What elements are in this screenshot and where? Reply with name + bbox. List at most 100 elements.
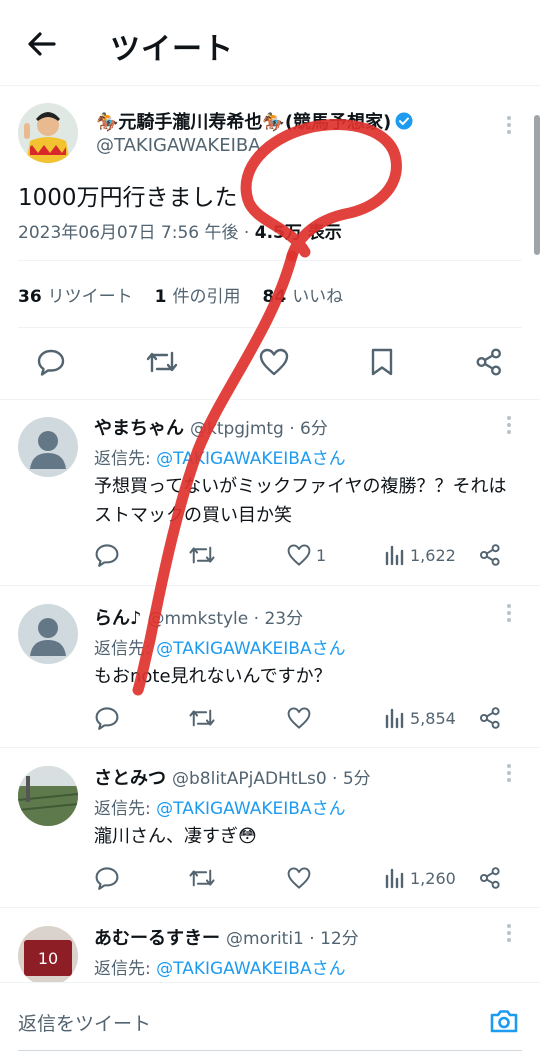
reply-to-link[interactable]: @TAKIGAWAKEIBAさん — [156, 639, 345, 659]
user-avatar[interactable] — [18, 766, 78, 826]
reply-to-label: 返信先: — [94, 449, 151, 469]
retweets-stat[interactable]: 36 リツイート — [18, 282, 133, 307]
retweets-count: 36 — [18, 286, 42, 307]
retweet-icon[interactable] — [188, 865, 216, 891]
share-icon[interactable] — [478, 543, 502, 567]
reply-to-line: 返信先: @TAKIGAWAKEIBAさん — [94, 794, 346, 819]
author-avatar[interactable] — [18, 103, 78, 163]
reply-author-handle: @mmkstyle · 23分 — [147, 609, 304, 629]
quotes-count: 1 — [154, 286, 167, 307]
like-icon[interactable] — [286, 706, 312, 730]
reply-to-line: 返信先: @TAKIGAWAKEIBAさん — [94, 954, 346, 979]
reply-to-link[interactable]: @TAKIGAWAKEIBAさん — [156, 959, 345, 979]
retweet-icon[interactable] — [145, 347, 179, 377]
reply-to-link[interactable]: @TAKIGAWAKEIBAさん — [156, 449, 345, 469]
like-button[interactable]: 1 — [286, 543, 326, 567]
main-tweet: 🏇元騎手瀧川寿希也🏇(競馬予想家) @TAKIGAWAKEIBA 1000万円行… — [0, 86, 540, 400]
reply-text: もおnote見れないんですか？ — [94, 666, 332, 687]
default-avatar-icon[interactable] — [18, 417, 78, 477]
views-button[interactable]: 5,854 — [384, 707, 456, 729]
reply-to-label: 返信先: — [94, 639, 151, 659]
reply-author-name: あむーるすきー — [94, 928, 220, 949]
views-icon — [385, 708, 404, 729]
author-name[interactable]: 🏇元騎手瀧川寿希也🏇(競馬予想家) — [96, 108, 391, 134]
likes-stat[interactable]: 84 いいね — [263, 282, 344, 307]
retweet-icon[interactable] — [188, 705, 216, 731]
tweet-actions — [18, 334, 522, 390]
likes-label: いいね — [292, 286, 344, 307]
likes-count: 84 — [262, 286, 287, 307]
more-options-icon[interactable] — [502, 602, 516, 624]
quotes-label: 件の引用 — [172, 286, 241, 307]
reply-author-handle: @moriti1 · 12分 — [226, 929, 359, 949]
reply-author-name: さとみつ — [94, 768, 166, 789]
reply-input[interactable]: 返信をツイート — [18, 1009, 151, 1036]
reply-to-line: 返信先: @TAKIGAWAKEIBAさん — [94, 444, 346, 469]
tweet-stats: 36 リツイート 1 件の引用 84 いいね — [18, 260, 522, 328]
retweets-label: リツイート — [47, 286, 133, 307]
views-button[interactable]: 1,622 — [384, 544, 456, 566]
reply-author[interactable]: さとみつ @b8litAPjADHtLs0 · 5分 — [94, 764, 371, 790]
more-options-icon[interactable] — [502, 762, 516, 784]
more-options-icon[interactable] — [502, 922, 516, 944]
more-options-icon[interactable] — [502, 114, 516, 136]
quotes-stat[interactable]: 1 件の引用 — [155, 282, 241, 307]
views-count: 1,622 — [410, 545, 456, 565]
like-icon[interactable] — [286, 866, 312, 890]
views-icon — [385, 868, 404, 889]
like-icon[interactable] — [258, 347, 290, 377]
author-name-row: 🏇元騎手瀧川寿希也🏇(競馬予想家) — [96, 108, 413, 134]
bookmark-icon[interactable] — [369, 347, 395, 377]
reply-actions: 1 1,622 — [94, 540, 514, 570]
reply-to-label: 返信先: — [94, 799, 151, 819]
page-title: ツイート — [110, 32, 234, 67]
header: ツイート — [0, 0, 540, 86]
reply-compose-bar: 返信をツイート — [0, 982, 540, 1057]
reply-icon[interactable] — [36, 347, 66, 377]
back-arrow-icon[interactable] — [24, 26, 60, 62]
verified-badge-icon — [395, 112, 413, 130]
share-icon[interactable] — [474, 347, 504, 377]
reply-actions: 1,260 — [94, 863, 514, 893]
reply-author-handle: @ktpgjmtg · 6分 — [190, 419, 328, 439]
reply-text: 予想買ってないがミックファイヤの複勝？？それはストマックの買い目か笑 — [94, 476, 507, 526]
reply-to-label: 返信先: — [94, 959, 151, 979]
reply-to-link[interactable]: @TAKIGAWAKEIBAさん — [156, 799, 345, 819]
share-icon[interactable] — [478, 706, 502, 730]
reply-author[interactable]: あむーるすきー @moriti1 · 12分 — [94, 924, 359, 950]
reply-icon[interactable] — [94, 705, 120, 731]
author-handle[interactable]: @TAKIGAWAKEIBA — [96, 135, 261, 156]
reply-icon[interactable] — [94, 865, 120, 891]
tweet-text: 1000万円行きました — [18, 185, 238, 211]
reply-author[interactable]: らん♪ @mmkstyle · 23分 — [94, 604, 303, 630]
reply-item[interactable]: さとみつ @b8litAPjADHtLs0 · 5分 返信先: @TAKIGAWA… — [0, 748, 540, 908]
meta-separator: · — [243, 223, 255, 243]
like-icon — [287, 544, 311, 566]
reply-author-name: らん♪ — [94, 608, 142, 629]
user-avatar[interactable]: 10 — [18, 926, 78, 982]
reply-item[interactable]: やまちゃん @ktpgjmtg · 6分 返信先: @TAKIGAWAKEIBAさ… — [0, 400, 540, 586]
reply-to-line: 返信先: @TAKIGAWAKEIBAさん — [94, 634, 346, 659]
views-icon — [385, 545, 404, 566]
reply-item[interactable]: 10 あむーるすきー @moriti1 · 12分 返信先: @TAKIGAWAK… — [0, 908, 540, 982]
views-button[interactable]: 1,260 — [384, 867, 456, 889]
retweet-icon[interactable] — [188, 542, 216, 568]
default-avatar-icon[interactable] — [18, 604, 78, 664]
reply-author-name: やまちゃん — [94, 418, 184, 439]
avatar-text: 10 — [38, 949, 58, 968]
tweet-date: 2023年06月07日 7:56 午後 — [18, 223, 239, 243]
reply-author[interactable]: やまちゃん @ktpgjmtg · 6分 — [94, 414, 328, 440]
camera-icon[interactable] — [488, 1005, 520, 1037]
tweet-views[interactable]: 4.5万 表示 — [255, 223, 342, 243]
more-options-icon[interactable] — [502, 414, 516, 436]
views-count: 1,260 — [410, 868, 456, 888]
reply-icon[interactable] — [94, 542, 120, 568]
reply-actions: 5,854 — [94, 703, 514, 733]
reply-item[interactable]: らん♪ @mmkstyle · 23分 返信先: @TAKIGAWAKEIBAさん… — [0, 586, 540, 748]
views-count: 5,854 — [410, 708, 456, 728]
reply-author-handle: @b8litAPjADHtLs0 · 5分 — [172, 769, 371, 789]
share-icon[interactable] — [478, 866, 502, 890]
like-count: 1 — [316, 545, 327, 565]
tweet-meta: 2023年06月07日 7:56 午後 · 4.5万 表示 — [18, 218, 342, 243]
compose-divider — [18, 1050, 522, 1051]
